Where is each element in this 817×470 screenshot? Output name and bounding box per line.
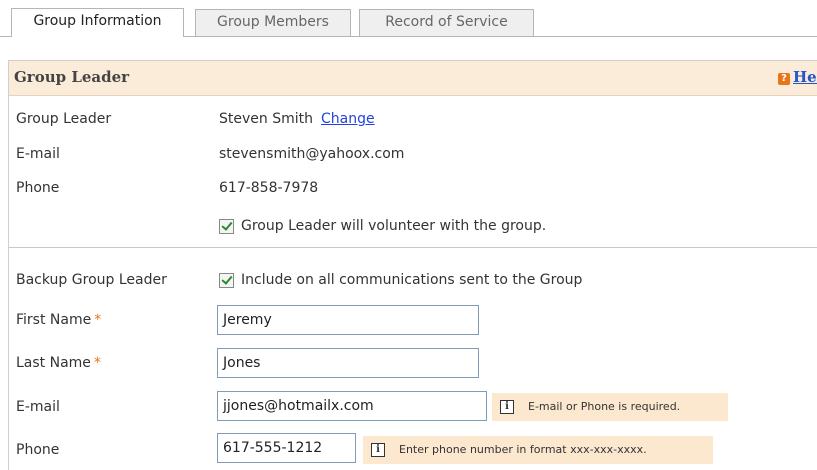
help-label: Help [793, 68, 817, 86]
section-divider [9, 247, 817, 248]
section-header: Group Leader ?Help [9, 61, 817, 96]
first-name-label-text: First Name [16, 312, 92, 328]
leader-phone-label: Phone [16, 180, 60, 196]
phone-hint-text: Enter phone number in format xxx-xxx-xxx… [399, 443, 647, 456]
change-leader-link[interactable]: Change [321, 111, 375, 127]
leader-email-value: stevensmith@yahoox.com [219, 146, 405, 162]
group-leader-value: Steven Smith Change [219, 111, 375, 127]
backup-phone-input[interactable]: 617-555-1212 [217, 433, 356, 463]
help-link[interactable]: ?Help [778, 68, 817, 86]
first-name-input[interactable]: Jeremy [217, 305, 479, 335]
tab-group-information[interactable]: Group Information [11, 8, 184, 37]
phone-hint: i Enter phone number in format xxx-xxx-x… [363, 436, 713, 464]
group-leader-name: Steven Smith [219, 111, 313, 127]
volunteer-checkbox-label: Group Leader will volunteer with the gro… [241, 218, 547, 234]
required-marker: * [93, 355, 101, 371]
info-icon: i [500, 400, 514, 414]
volunteer-checkbox[interactable] [219, 219, 234, 234]
group-leader-label: Group Leader [16, 111, 112, 127]
include-communications-checkbox[interactable] [219, 273, 234, 288]
include-communications-label: Include on all communications sent to th… [241, 272, 583, 288]
required-marker: * [94, 312, 102, 328]
email-hint-text: E-mail or Phone is required. [528, 400, 681, 413]
last-name-label-text: Last Name [16, 355, 91, 371]
leader-phone-value: 617-858-7978 [219, 180, 319, 196]
tab-group-members[interactable]: Group Members [195, 9, 351, 36]
last-name-label: Last Name * [16, 355, 101, 371]
backup-email-label: E-mail [16, 399, 60, 415]
tab-record-of-service[interactable]: Record of Service [359, 9, 534, 36]
leader-email-label: E-mail [16, 146, 60, 162]
backup-leader-label: Backup Group Leader [16, 272, 167, 288]
backup-phone-label: Phone [16, 442, 60, 458]
info-icon: i [371, 443, 385, 457]
backup-email-input[interactable]: jjones@hotmailx.com [217, 391, 487, 421]
help-icon: ? [778, 73, 790, 85]
section-title: Group Leader [14, 68, 130, 86]
first-name-label: First Name * [16, 312, 101, 328]
email-hint: i E-mail or Phone is required. [492, 393, 728, 421]
last-name-input[interactable]: Jones [217, 348, 479, 378]
